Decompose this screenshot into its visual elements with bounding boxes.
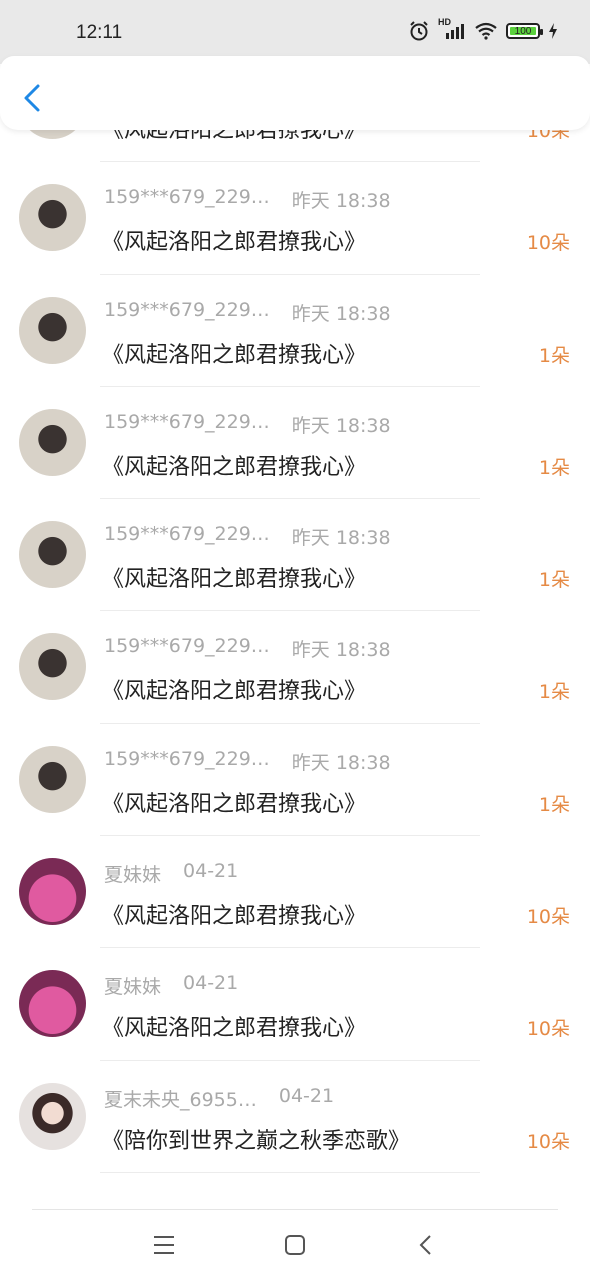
gift-count: 10朵	[526, 232, 570, 255]
back-icon	[419, 1235, 431, 1255]
avatar[interactable]	[19, 858, 86, 926]
meta: 159***679_229… 昨天 18:38	[104, 635, 391, 662]
username: 159***679_229…	[104, 186, 270, 209]
list-item[interactable]: 159***679_229… 昨天 18:38 《风起洛阳之郎君撩我心》 1朵	[0, 611, 590, 724]
list-item[interactable]: 159***679_229… 昨天 18:38 《风起洛阳之郎君撩我心》 10朵	[0, 162, 590, 275]
book-title: 《风起洛阳之郎君撩我心》	[102, 342, 367, 368]
avatar[interactable]	[19, 296, 86, 364]
username: 159***679_229…	[104, 523, 270, 546]
avatar[interactable]	[19, 633, 86, 701]
username: 夏妹妹	[104, 864, 162, 887]
gift-count: 10朵	[526, 1130, 570, 1153]
home-icon	[285, 1235, 305, 1255]
username: 159***679_229…	[104, 298, 270, 321]
username: 159***679_229…	[104, 410, 270, 433]
avatar[interactable]	[19, 970, 86, 1038]
gift-count: 1朵	[538, 456, 570, 479]
gift-count: 1朵	[538, 793, 570, 816]
avatar[interactable]	[19, 1082, 86, 1150]
alarm-icon	[410, 21, 428, 41]
list-item[interactable]: 夏妹妹 04-21 《风起洛阳之郎君撩我心》 10朵	[0, 836, 590, 949]
meta: 159***679_229… 昨天 18:38	[104, 411, 391, 438]
battery-level: 100	[510, 27, 536, 37]
avatar[interactable]	[19, 521, 86, 589]
system-nav-bar	[0, 1210, 590, 1280]
book-title: 《风起洛阳之郎君撩我心》	[102, 454, 367, 480]
charging-icon	[549, 23, 557, 39]
list-item[interactable]: 《风起洛阳之郎君撩我心》 10朵	[0, 130, 590, 163]
list-item[interactable]: 夏末未央_6955… 04-21 《陪你到世界之巅之秋季恋歌》 10朵	[0, 1061, 590, 1173]
book-title: 《风起洛阳之郎君撩我心》	[102, 1016, 367, 1042]
timestamp: 昨天 18:38	[291, 414, 391, 437]
meta: 159***679_229… 昨天 18:38	[104, 523, 391, 550]
username: 159***679_229…	[104, 747, 270, 770]
gift-count: 10朵	[526, 1018, 570, 1041]
chevron-left-icon	[24, 84, 40, 112]
battery-icon: 100	[506, 23, 543, 39]
book-title: 《陪你到世界之巅之秋季恋歌》	[102, 1128, 411, 1154]
app-header	[0, 56, 590, 130]
row-divider	[100, 1171, 480, 1173]
status-icons: HD 100	[408, 17, 558, 42]
list-item[interactable]: 159***679_229… 昨天 18:38 《风起洛阳之郎君撩我心》 1朵	[0, 499, 590, 612]
nav-menu-button[interactable]	[151, 1232, 177, 1258]
book-title: 《风起洛阳之郎君撩我心》	[102, 130, 367, 143]
meta: 159***679_229… 昨天 18:38	[104, 186, 391, 213]
timestamp: 04-21	[278, 1084, 335, 1107]
username: 夏末未央_6955…	[104, 1088, 257, 1111]
username: 159***679_229…	[104, 635, 270, 658]
nav-back-button[interactable]	[413, 1232, 439, 1258]
timestamp: 昨天 18:38	[291, 639, 391, 662]
meta: 夏妹妹 04-21	[104, 860, 238, 887]
nav-home-button[interactable]	[282, 1232, 308, 1258]
gift-count: 1朵	[538, 344, 570, 367]
menu-icon	[154, 1236, 174, 1254]
list-item[interactable]: 159***679_229… 昨天 18:38 《风起洛阳之郎君撩我心》 1朵	[0, 387, 590, 500]
book-title: 《风起洛阳之郎君撩我心》	[102, 567, 367, 593]
list-item[interactable]: 159***679_229… 昨天 18:38 《风起洛阳之郎君撩我心》 1朵	[0, 275, 590, 387]
avatar[interactable]	[19, 408, 86, 476]
avatar[interactable]	[19, 745, 86, 813]
meta: 159***679_229… 昨天 18:38	[104, 748, 391, 775]
meta: 159***679_229… 昨天 18:38	[104, 299, 391, 326]
avatar[interactable]	[19, 184, 86, 252]
signal-icon: HD	[438, 17, 466, 41]
wifi-icon	[475, 22, 497, 40]
book-title: 《风起洛阳之郎君撩我心》	[102, 904, 367, 930]
gift-count: 1朵	[538, 569, 570, 592]
timestamp: 昨天 18:38	[291, 190, 391, 213]
book-title: 《风起洛阳之郎君撩我心》	[102, 679, 367, 705]
timestamp: 昨天 18:38	[291, 751, 391, 774]
gift-record-list: 《风起洛阳之郎君撩我心》 10朵 159***679_229… 昨天 18:38 《风起…	[0, 130, 590, 1210]
gift-count: 1朵	[538, 681, 570, 704]
book-title: 《风起洛阳之郎君撩我心》	[102, 230, 367, 256]
back-button[interactable]	[18, 80, 48, 116]
book-title: 《风起洛阳之郎君撩我心》	[102, 791, 367, 817]
timestamp: 昨天 18:38	[291, 302, 391, 325]
meta: 夏末未央_6955… 04-21	[104, 1085, 334, 1112]
meta: 夏妹妹 04-21	[104, 972, 238, 999]
gift-count: 10朵	[526, 906, 570, 929]
username: 夏妹妹	[104, 976, 162, 999]
list-item[interactable]: 159***679_229… 昨天 18:38 《风起洛阳之郎君撩我心》 1朵	[0, 724, 590, 837]
timestamp: 昨天 18:38	[291, 527, 391, 550]
status-bar: 12:11 HD 100	[0, 0, 590, 64]
status-time: 12:11	[76, 22, 123, 43]
timestamp: 04-21	[183, 972, 239, 995]
timestamp: 04-21	[183, 860, 239, 883]
avatar[interactable]	[19, 130, 86, 139]
list-item[interactable]: 夏妹妹 04-21 《风起洛阳之郎君撩我心》 10朵	[0, 948, 590, 1061]
list-inner: 《风起洛阳之郎君撩我心》 10朵 159***679_229… 昨天 18:38 《风起…	[0, 130, 590, 1173]
gift-count: 10朵	[526, 130, 570, 142]
